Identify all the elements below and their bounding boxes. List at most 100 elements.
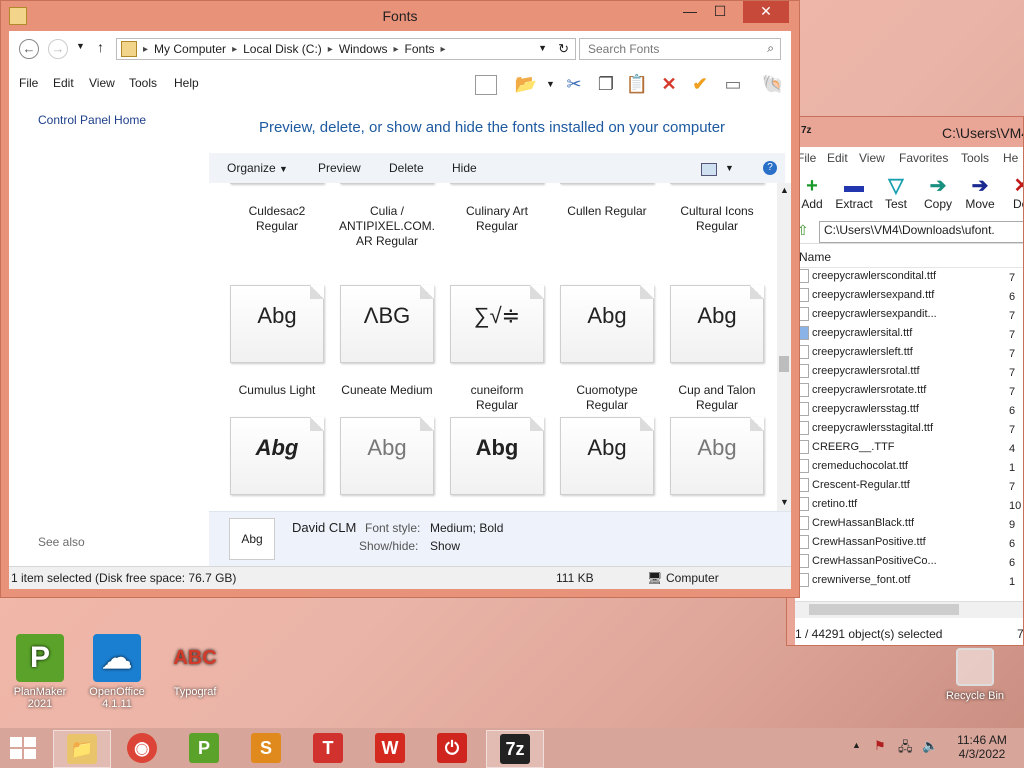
7zip-del-button[interactable]: ✕Del [1001,175,1023,211]
minimize-button[interactable]: — [675,1,705,23]
preview-pane-icon[interactable] [475,75,497,95]
horizontal-scrollbar[interactable] [795,601,1023,618]
font-tile[interactable]: Abg Cuomotype Regular [557,285,657,413]
taskbar-power-button[interactable]: ⏻ [424,730,480,766]
scroll-down-icon[interactable]: ▼ [780,497,789,507]
preview-button[interactable]: Preview [318,161,361,175]
font-tile[interactable]: AbgCupcakeFont Medium [337,417,437,511]
checkmark-icon[interactable]: ✔ [688,72,712,96]
file-row[interactable]: cretino.ttf 10 [797,497,1023,516]
copy-icon[interactable]: ❐ [594,72,618,96]
font-tile[interactable]: Cultural Icons Regular [667,183,767,234]
network-icon[interactable]: 🖧 [898,738,913,760]
taskbar-7zip-button[interactable]: 7z [486,730,544,768]
breadcrumb-item[interactable]: Windows [339,42,388,56]
volume-icon[interactable]: 🔈 [922,738,938,754]
7zip-menu-item[interactable]: He [1003,151,1018,165]
recycle-bin-icon[interactable]: Recycle Bin [940,648,1010,702]
font-tile[interactable]: AbgCupid de Locke Regular [557,417,657,511]
vertical-scrollbar[interactable]: ▲ ▼ [777,183,791,511]
control-panel-home-link[interactable]: Control Panel Home [38,113,146,127]
breadcrumb-item[interactable]: Local Disk (C:) [243,42,322,56]
address-bar[interactable]: ▸ My Computer ▸ Local Disk (C:) ▸ Windows ▸ Fo… [116,38,576,60]
horizontal-scroll-thumb[interactable] [809,604,959,615]
taskbar-wps-button[interactable]: W [362,730,418,766]
file-row[interactable]: creepycrawlersstag.ttf 6 [797,402,1023,421]
maximize-button[interactable]: ☐ [705,1,735,23]
font-tile[interactable]: AbgCupidon Medium [667,417,767,511]
font-tile[interactable]: AbgCupertino Medium [447,417,547,511]
help-icon[interactable]: ? [763,161,777,175]
forward-button[interactable]: → [48,39,68,59]
7zip-move-button[interactable]: ➔ Move [959,175,1001,211]
file-row[interactable]: Crescent-Regular.ttf 7 [797,478,1023,497]
file-row[interactable]: creepycrawlersexpandit... 7 [797,307,1023,326]
font-tile[interactable]: Culia / ANTIPIXEL.COM. AR Regular [337,183,437,249]
taskbar-planmaker-button[interactable]: P [176,730,232,766]
refresh-icon[interactable]: ↻ [558,41,569,57]
file-row[interactable]: crewniverse_font.otf 1 [797,573,1023,592]
7zip-menu-item[interactable]: Edit [827,151,848,165]
properties-icon[interactable]: ▭ [721,72,745,96]
action-center-flag-icon[interactable]: ⚑ [874,738,886,754]
file-row[interactable]: creepycrawlersleft.ttf 7 [797,345,1023,364]
file-row[interactable]: CrewHassanPositive.ttf 6 [797,535,1023,554]
7zip-menu-item[interactable]: Favorites [899,151,948,165]
file-row[interactable]: creepycrawlerscondital.ttf 7 [797,269,1023,288]
breadcrumb-separator-icon[interactable]: ▸ [394,44,399,55]
shell-icon[interactable]: 🐚 [761,72,785,96]
column-header-name[interactable]: Name [795,247,1023,268]
breadcrumb-item[interactable]: Fonts [405,42,435,56]
breadcrumb-separator-icon[interactable]: ▸ [441,44,446,55]
file-row[interactable]: creepycrawlersrotate.ttf 7 [797,383,1023,402]
delete-button[interactable]: Delete [389,161,424,175]
file-row[interactable]: creepycrawlersital.ttf 7 [797,326,1023,345]
show-hidden-icons[interactable]: ▲ [852,740,861,750]
fonts-titlebar[interactable]: Fonts — ☐ ✕ [1,1,799,31]
font-tile[interactable]: ΛBG Cuneate Medium [337,285,437,398]
font-tile[interactable]: Cullen Regular [557,183,657,219]
font-tile[interactable]: Culinary Art Regular [447,183,547,234]
scroll-up-icon[interactable]: ▲ [780,185,789,195]
menu-item[interactable]: Help [174,76,199,90]
desktop-shortcut[interactable]: ABC Typograf [155,634,235,699]
font-tile[interactable]: ∑√≑ cuneiform Regular [447,285,547,413]
cut-icon[interactable]: ✂ [562,72,586,96]
organize-button[interactable]: Organize ▼ [227,161,288,175]
taskbar-chrome-button[interactable]: ◉ [114,730,170,766]
close-button[interactable]: ✕ [743,1,789,23]
clock[interactable]: 11:46 AM 4/3/2022 [950,733,1014,761]
7zip-copy-button[interactable]: ➔ Copy [917,175,959,211]
paste-icon[interactable]: 📋 [625,72,649,96]
file-row[interactable]: CREERG__.TTF 4 [797,440,1023,459]
taskbar-textmaker-button[interactable]: T [300,730,356,766]
font-tile[interactable]: AbgCup of tea Regular [227,417,327,511]
start-button[interactable] [10,737,36,759]
file-row[interactable]: cremeduchocolat.ttf 1 [797,459,1023,478]
font-tile[interactable]: Abg Cup and Talon Regular [667,285,767,413]
7zip-menu-item[interactable]: View [859,151,885,165]
7zip-path-input[interactable]: C:\Users\VM4\Downloads\ufont. [819,221,1023,243]
file-row[interactable]: creepycrawlersrotal.ttf 7 [797,364,1023,383]
7zip-window[interactable]: 7z C:\Users\VM4 File Edit View Favorites Too… [786,116,1024,646]
file-row[interactable]: creepycrawlersexpand.ttf 6 [797,288,1023,307]
desktop-shortcut[interactable]: P PlanMaker 2021 [0,634,80,710]
taskbar-file-explorer-button[interactable]: 📁 [53,730,111,768]
folder-options-icon[interactable]: 📂 [514,72,538,96]
breadcrumb-separator-icon[interactable]: ▸ [328,44,333,55]
menu-item[interactable]: File [19,76,38,90]
up-arrow-icon[interactable]: ↑ [97,39,104,55]
options-dropdown-icon[interactable]: ▼ [546,79,555,89]
desktop-shortcut[interactable]: ☁ OpenOffice 4.1.11 [77,634,157,710]
menu-item[interactable]: View [89,76,115,90]
menu-item[interactable]: Edit [53,76,74,90]
taskbar-presentations-button[interactable]: S [238,730,294,766]
recent-dropdown-icon[interactable]: ▼ [76,41,85,51]
font-tile[interactable]: Culdesac2 Regular [227,183,327,234]
file-row[interactable]: CrewHassanBlack.ttf 9 [797,516,1023,535]
search-input[interactable]: Search Fonts ⌕ [579,38,781,60]
7zip-test-button[interactable]: ▽ Test [875,175,917,211]
vertical-scroll-thumb[interactable] [779,356,789,372]
back-button[interactable]: ← [19,39,39,59]
breadcrumb-separator-icon[interactable]: ▸ [232,44,237,55]
